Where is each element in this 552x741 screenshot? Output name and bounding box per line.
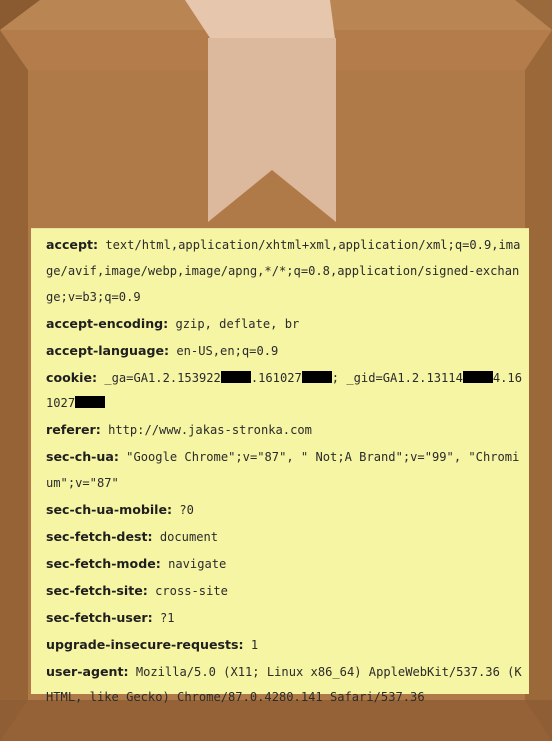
header-row: sec-fetch-dest: document — [46, 524, 525, 551]
header-value: cross-site — [155, 583, 228, 598]
header-value: http://www.jakas-stronka.com — [108, 423, 312, 438]
header-value: text/html,application/xhtml+xml,applicat… — [46, 238, 521, 304]
redaction-bar — [75, 396, 106, 409]
header-value-part: _ga=GA1.2.153922 — [104, 370, 221, 385]
header-value: navigate — [168, 556, 227, 571]
header-value: en-US,en;q=0.9 — [176, 343, 279, 358]
header-row: referer: http://www.jakas-stronka.com — [46, 417, 525, 444]
header-row: accept-language: en-US,en;q=0.9 — [46, 338, 525, 365]
header-row: cookie: _ga=GA1.2.153922 .161027 ; _gid=GA… — [46, 365, 525, 418]
header-name: sec-fetch-site: — [46, 582, 148, 598]
header-row: sec-fetch-user: ?1 — [46, 605, 525, 632]
header-value: 1 — [250, 637, 259, 652]
redaction-bar — [462, 370, 493, 383]
header-name: referer: — [46, 422, 101, 438]
redaction-bar — [220, 370, 251, 383]
header-name: sec-ch-ua-mobile: — [46, 502, 173, 518]
header-row: upgrade-insecure-requests: 1 — [46, 632, 525, 659]
header-name: accept-language: — [46, 342, 170, 358]
header-name: cookie: — [46, 369, 98, 385]
header-name: accept-encoding: — [46, 315, 169, 331]
header-row: sec-ch-ua-mobile: ?0 — [46, 497, 525, 524]
header-name: sec-fetch-user: — [46, 609, 153, 625]
header-name: user-agent: — [46, 663, 129, 679]
header-value: document — [159, 529, 219, 544]
header-value-part: .161027 — [250, 370, 302, 385]
package-illustration: accept: text/html,application/xhtml+xml,… — [0, 0, 552, 741]
header-name: accept: — [46, 237, 99, 252]
header-name: sec-fetch-mode: — [46, 555, 161, 571]
header-name: sec-ch-ua: — [46, 449, 119, 465]
header-value: ?1 — [159, 610, 175, 625]
header-row: accept-encoding: gzip, deflate, br — [46, 311, 525, 338]
header-value-part: ; _gid=GA1.2.13114 — [331, 370, 463, 385]
header-row: sec-fetch-site: cross-site — [46, 578, 525, 605]
header-row: user-agent: Mozilla/5.0 (X11; Linux x86_… — [46, 659, 525, 712]
header-value: gzip, deflate, br — [175, 316, 300, 331]
http-headers-label: accept: text/html,application/xhtml+xml,… — [31, 228, 529, 704]
header-value: ?0 — [179, 503, 194, 518]
redaction-bar — [301, 370, 332, 383]
header-row: accept: text/html,application/xhtml+xml,… — [46, 232, 525, 311]
header-row: sec-ch-ua: "Google Chrome";v="87", " Not… — [46, 444, 525, 497]
header-name: sec-fetch-dest: — [46, 528, 153, 544]
header-name: upgrade-insecure-requests: — [46, 636, 244, 652]
header-row: sec-fetch-mode: navigate — [46, 551, 525, 578]
